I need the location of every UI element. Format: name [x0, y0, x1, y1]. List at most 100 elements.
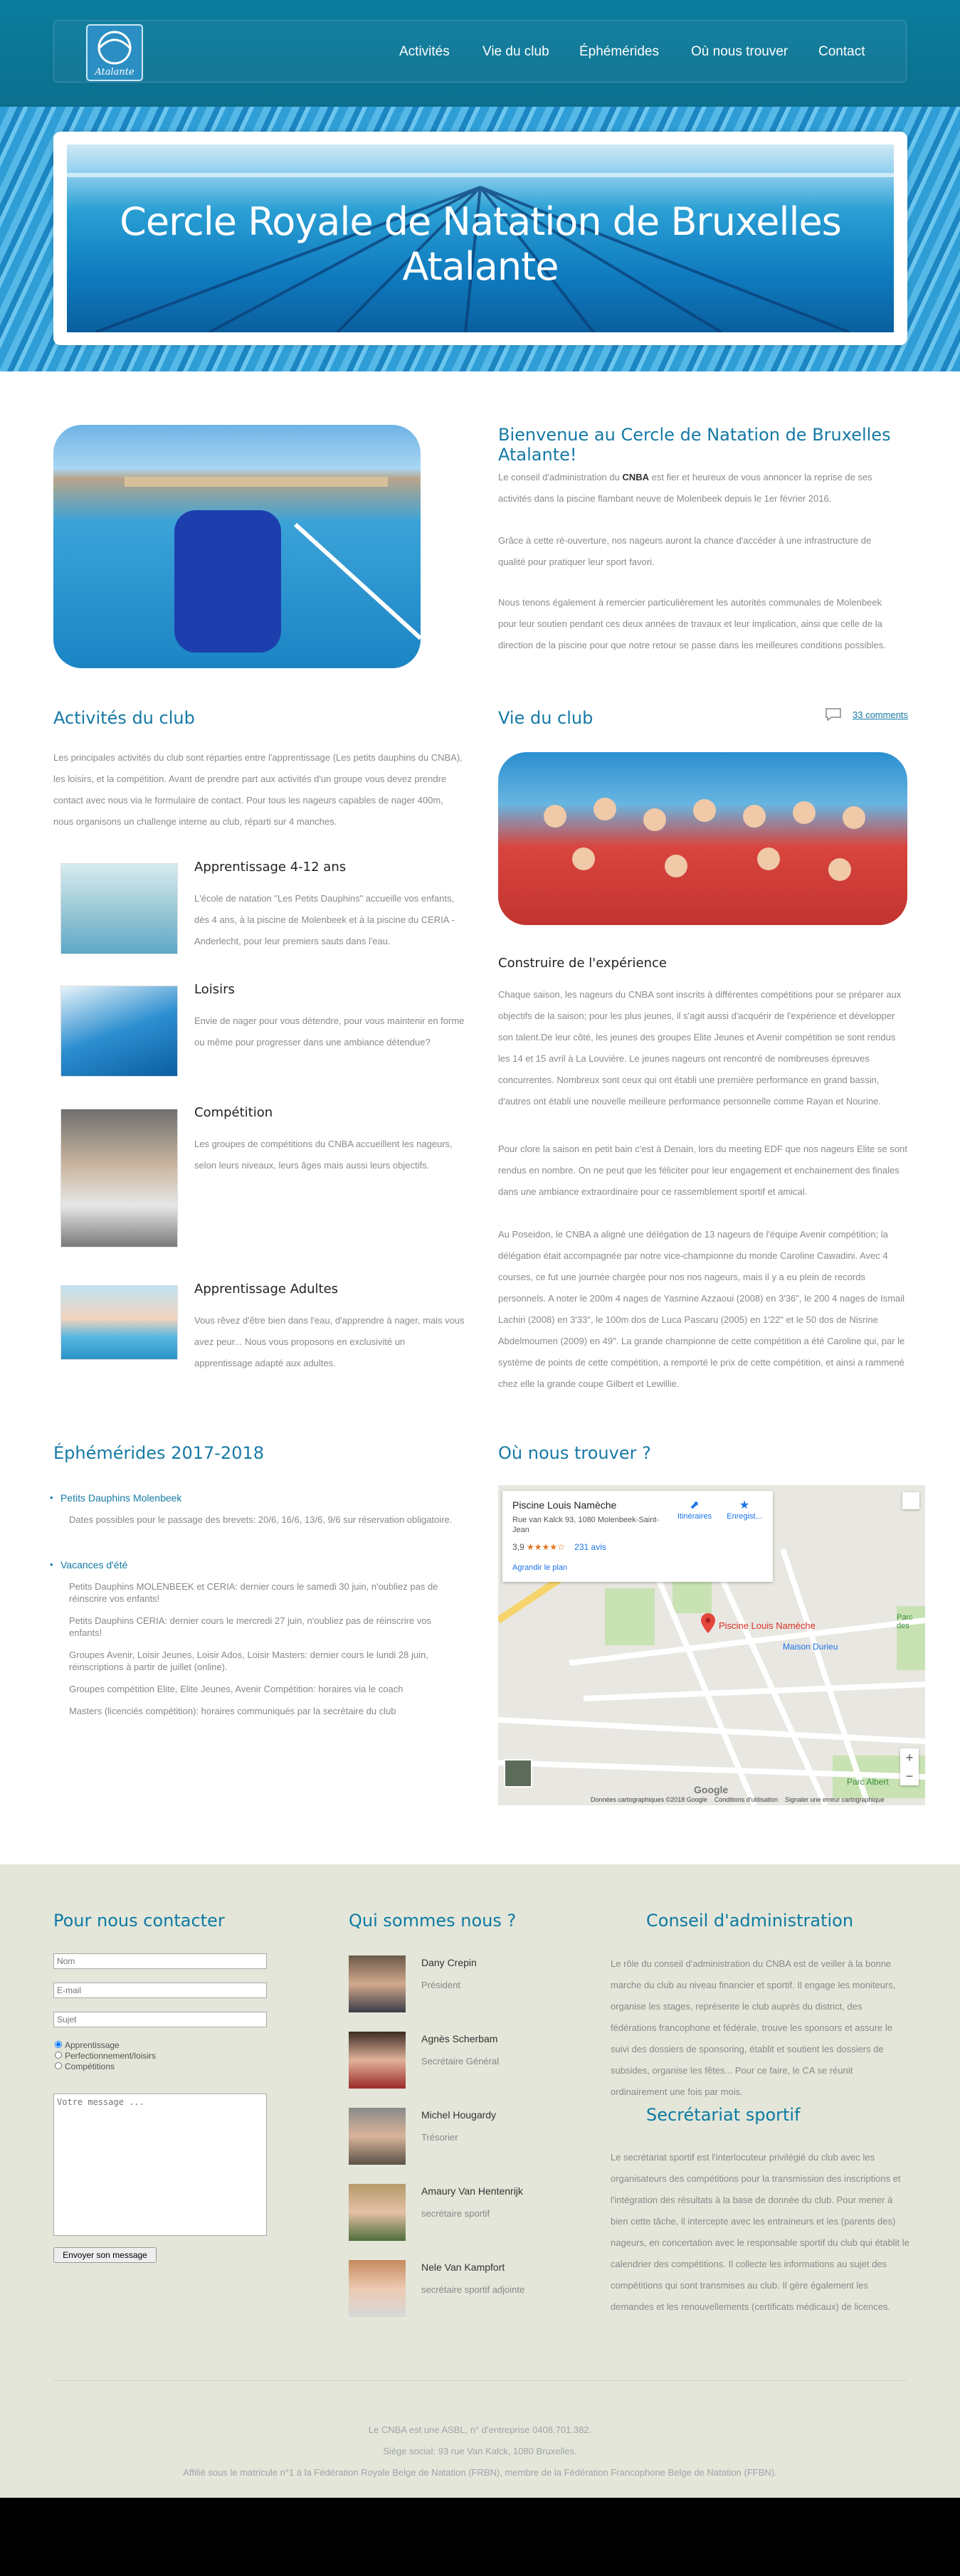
activity-text-kids: L'école de natation "Les Petits Dauphins… — [194, 893, 455, 946]
person-role: Trésorier — [421, 2132, 458, 2143]
about-title: Qui sommes nous ? — [349, 1911, 517, 1931]
star-icon: ★ — [739, 1499, 750, 1511]
welcome-paragraph-2: Grâce à cette ré-ouverture, nos nageurs … — [498, 535, 872, 567]
map-marker-icon[interactable] — [701, 1613, 715, 1633]
clublife-title: Vie du club — [498, 708, 594, 728]
name-field[interactable] — [53, 1953, 267, 1969]
activity-title-adults: Apprentissage Adultes — [194, 1282, 339, 1297]
ephemerides-list: • Petits Dauphins Molenbeek Dates possib… — [50, 1492, 459, 1717]
avatar — [349, 2032, 406, 2089]
nav-activites[interactable]: Activités — [399, 44, 450, 60]
map-info-card: Piscine Louis Namèche Rue van Kalck 93, … — [502, 1491, 773, 1582]
list-item: Petits Dauphins CERIA: dernier cours le … — [69, 1615, 431, 1638]
navbar: Atalante Activités Vie du club Éphémérid… — [53, 20, 907, 83]
comment-icon — [826, 708, 841, 722]
map-rating: 3,9 ★★★★☆ 231 avis — [512, 1542, 606, 1552]
logo-text: Atalante — [94, 67, 134, 78]
leisure-image — [60, 986, 178, 1077]
map-directions-button[interactable]: ⬈ Itinéraires — [673, 1498, 716, 1521]
kids-learning-image — [60, 863, 178, 954]
activity-text-leisure: Envie de nager pour vous détendre, pour … — [194, 1015, 465, 1047]
message-field[interactable] — [53, 2094, 267, 2236]
google-logo: Google — [694, 1784, 729, 1795]
map-reviews-link[interactable]: 231 avis — [574, 1542, 606, 1552]
list-item: Groupes compétition Elite, Elite Jeunes,… — [69, 1684, 403, 1694]
map-attribution: Données cartographiques ©2018 Google Con… — [591, 1796, 885, 1803]
sportsec-text: Le secrétariat sportif est l'interlocute… — [611, 2152, 909, 2312]
competition-image — [60, 1109, 178, 1247]
team-photo — [498, 752, 907, 925]
contact-title: Pour nous contacter — [53, 1911, 225, 1931]
location-title: Où nous trouver ? — [498, 1443, 651, 1463]
map-park-label-1: Parc des — [897, 1613, 913, 1630]
avatar — [349, 2260, 406, 2317]
welcome-paragraph-1: Le conseil d'administration du CNBA est … — [498, 472, 872, 504]
activities-intro: Les principales activités du club sont r… — [53, 752, 463, 827]
nav-contact[interactable]: Contact — [818, 44, 865, 60]
category-radio-group: Apprentissage Perfectionnement/loisirs C… — [55, 2040, 156, 2072]
map-poi-label: Maison Durieu — [783, 1642, 838, 1652]
map-satellite-toggle[interactable] — [504, 1759, 532, 1788]
activities-title: Activités du club — [53, 708, 195, 728]
ephemerides-title: Éphémérides 2017-2018 — [53, 1443, 265, 1463]
directions-icon: ⬈ — [690, 1499, 700, 1511]
hero-title: Cercle Royale de Natation de Bruxelles A… — [120, 199, 842, 289]
footer-divider — [53, 2380, 907, 2381]
map-save-button[interactable]: ★ Enregist... — [723, 1498, 766, 1521]
radio-competitions[interactable]: Compétitions — [55, 2062, 156, 2072]
clublife-subtitle: Construire de l'expérience — [498, 956, 667, 971]
avatar — [349, 1955, 406, 2012]
submit-button[interactable]: Envoyer son message — [53, 2247, 157, 2263]
rating-stars: ★★★★☆ — [527, 1542, 565, 1552]
activity-title-competition: Compétition — [194, 1105, 273, 1120]
nav-ou-nous-trouver[interactable]: Où nous trouver — [691, 44, 788, 60]
clublife-paragraph-2: Pour clore la saison en petit bain c'est… — [498, 1144, 907, 1197]
footer-line-2: Siège social: 93 rue Van Kalck, 1080 Bru… — [383, 2446, 577, 2456]
map-address: Rue van Kalck 93, 1080 Molenbeek-Saint-J… — [512, 1516, 660, 1534]
person-name: Dany Crepin — [421, 1957, 477, 1968]
person-role: Secrétaire Général — [421, 2056, 500, 2066]
radio-perfectionnement[interactable]: Perfectionnement/loisirs — [55, 2051, 156, 2062]
welcome-title: Bienvenue au Cercle de Natation de Bruxe… — [498, 425, 891, 465]
board-text: Le rôle du conseil d'administration du C… — [611, 1958, 896, 2097]
activity-title-leisure: Loisirs — [194, 982, 235, 997]
nav-ephemerides[interactable]: Éphémérides — [579, 44, 659, 60]
ephemerides-group-2: • Vacances d'été Petits Dauphins MOLENBE… — [50, 1559, 438, 1716]
google-map[interactable]: Piscine Louis Namèche Rue van Kalck 93, … — [498, 1485, 925, 1805]
person-name: Michel Hougardy — [421, 2109, 497, 2121]
list-item: Groupes Avenir, Loisir Jeunes, Loisir Ad… — [69, 1649, 428, 1672]
board-title: Conseil d'administration — [646, 1911, 854, 1931]
map-marker-label: Piscine Louis Namèche — [719, 1620, 816, 1631]
map-park-label-2: Parc Albert — [847, 1777, 889, 1787]
welcome-paragraph-3: Nous tenons également à remercier partic… — [498, 597, 886, 650]
email-field[interactable] — [53, 1983, 267, 1998]
nav-vie-du-club[interactable]: Vie du club — [482, 44, 549, 60]
sportsec-title: Secrétariat sportif — [646, 2105, 801, 2125]
person-role: secrétaire sportif — [421, 2208, 490, 2219]
person-name: Agnès Scherbam — [421, 2033, 498, 2044]
avatar — [349, 2108, 406, 2165]
subject-field[interactable] — [53, 2012, 267, 2027]
footer-line-1: Le CNBA est une ASBL, n° d'entreprise 04… — [368, 2424, 592, 2435]
map-place-name: Piscine Louis Namèche — [512, 1499, 617, 1511]
bottom-bar — [0, 2498, 960, 2576]
map-zoom-controls[interactable]: + − — [900, 1748, 919, 1785]
map-enlarge-link[interactable]: Agrandir le plan — [512, 1563, 567, 1572]
comments-link[interactable]: 33 comments — [853, 709, 908, 720]
list-item: Dates possibles pour le passage des brev… — [69, 1514, 453, 1525]
radio-apprentissage[interactable]: Apprentissage — [55, 2040, 156, 2051]
map-account-icon[interactable] — [902, 1492, 919, 1509]
activity-text-competition: Les groupes de compétitions du CNBA accu… — [194, 1139, 453, 1171]
footer-line-3: Affilié sous le matricule n°1 à la Fédér… — [183, 2467, 777, 2478]
clublife-paragraph-1: Chaque saison, les nageurs du CNBA sont … — [498, 989, 902, 1107]
clublife-paragraph-3: Au Poseidon, le CNBA a aligné une déléga… — [498, 1229, 905, 1389]
ephemerides-group-1-title: Petits Dauphins Molenbeek — [60, 1492, 182, 1504]
activity-text-adults: Vous rêvez d'être bien dans l'eau, d'app… — [194, 1315, 465, 1368]
person-role: Président — [421, 1980, 460, 1990]
activity-title-kids: Apprentissage 4-12 ans — [194, 860, 347, 875]
list-item: Petits Dauphins MOLENBEEK et CERIA: dern… — [69, 1581, 438, 1604]
person-name: Nele Van Kampfort — [421, 2261, 505, 2273]
club-logo[interactable]: Atalante — [84, 22, 145, 83]
list-item: Masters (licenciés compétition): horaire… — [69, 1706, 396, 1716]
footer-legal: Le CNBA est une ASBL, n° d'entreprise 04… — [0, 2419, 960, 2483]
